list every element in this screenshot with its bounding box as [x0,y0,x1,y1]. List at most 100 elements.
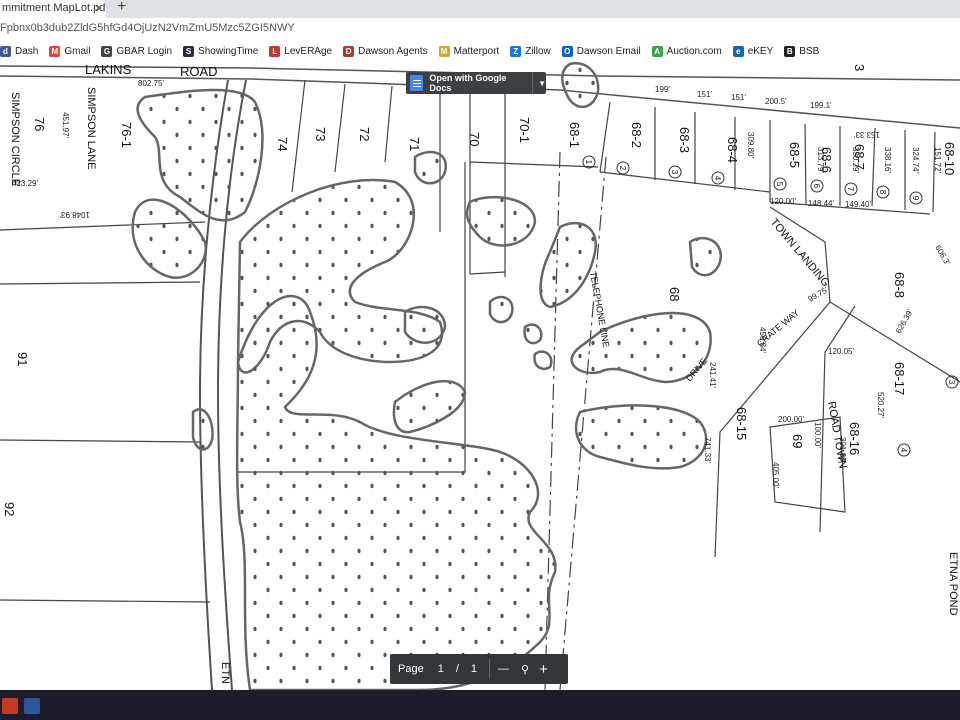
google-docs-icon [410,75,424,91]
lot-number-label: 7 [846,187,855,192]
close-icon[interactable]: × [95,0,102,16]
bookmark-icon: A [651,45,663,57]
dimension-label: 626.39' [894,308,915,335]
bookmark-label: Dash [15,45,39,57]
lot-label: 68 [667,287,682,301]
lot-label: 68-10 [942,142,957,175]
bookmark-label: LevERAge [284,45,333,57]
tab-strip: mmitment MapLot.pdf × + [0,0,960,18]
bookmark-label: Auction.com [666,45,722,57]
telephone-line-label: TELEPHONE LINE [588,271,611,349]
dimension-label: 149.40' [845,200,871,209]
bookmark-10[interactable]: e eKEY [732,45,774,57]
bookmark-label: GBAR Login [116,45,173,57]
new-tab-icon[interactable]: + [117,0,126,16]
dimension-label: 199.1' [810,101,832,110]
dimension-label: 199' [655,85,670,94]
bookmark-icon: O [561,45,573,57]
dimension-label: 338.16' [883,147,892,173]
page-total: 1 [470,663,478,675]
zoom-icon[interactable]: ⚲ [521,663,529,676]
dimension-label: 151' [697,90,712,99]
bookmark-3[interactable]: S ShowingTime [183,45,258,57]
road-label-road: ROAD [180,64,218,79]
bookmark-7[interactable]: Z Zillow [510,45,551,57]
bookmark-icon: L [269,45,281,57]
bookmark-icon: Z [510,45,522,57]
dimension-label: 120.00' [770,197,796,206]
lot-label: 69 [790,434,805,448]
open-with-google-docs-button[interactable]: Open with Google Docs ▼ [406,72,546,94]
lot-number-label: 3 [670,170,679,175]
lot-label: 68-8 [892,272,907,298]
bookmark-2[interactable]: G GBAR Login [101,45,173,57]
dimension-label: 520.27' [876,392,885,418]
bookmark-label: Matterport [453,45,500,57]
dimension-label: 151' [731,93,746,102]
bookmark-icon: M [49,45,61,57]
bookmark-label: Dawson Email [576,45,641,57]
dimension-label: 802.75' [138,79,164,88]
lot-number-label: 8 [878,190,887,195]
bookmark-0[interactable]: d Dash [0,45,39,57]
bookmark-icon: D [343,45,355,57]
chevron-down-icon[interactable]: ▼ [538,79,546,88]
bookmark-6[interactable]: M Matterport [438,45,500,57]
lot-number-label: 1 [584,160,593,165]
bookmark-1[interactable]: M Gmail [49,45,91,57]
lot-label: 68-1 [567,122,582,148]
town-landing-label: TOWN LANDING [768,216,832,289]
page-current[interactable]: 1 [438,663,444,675]
road-label-lakins: LAKINS [85,62,132,77]
bookmark-label: BSB [799,45,820,57]
windows-taskbar [0,690,960,720]
lot-number-label: 3 [947,380,956,385]
dimension-label: 606.3' [933,244,952,268]
dimension-label: 423.29' [12,179,38,188]
pdf-viewer[interactable]: LAKINS ROAD SIMPSON CIRCLE SIMPSON LANE … [0,62,960,690]
etna-pond-label: ETNA POND [947,552,959,616]
bookmark-8[interactable]: O Dawson Email [561,45,641,57]
dimension-label: 200.00' [778,415,804,424]
dimension-label: 309.80' [746,132,755,158]
lot-label: 73 [313,127,328,141]
zoom-in-button[interactable]: + [539,661,548,678]
bookmark-11[interactable]: B BSB [784,45,820,57]
dimension-label: 1048.93' [59,210,90,219]
bookmark-icon: S [183,45,195,57]
dimension-label: 100.00' [813,422,822,448]
lot-label: 68-17 [892,362,907,395]
lot-label: 91 [15,352,30,366]
bookmark-icon: e [732,45,744,57]
bookmark-label: Dawson Agents [358,45,428,57]
lot-label: 68-4 [725,137,740,163]
bookmark-5[interactable]: D Dawson Agents [343,45,428,57]
pdf-app-icon[interactable] [2,698,18,714]
bookmark-9[interactable]: A Auction.com [651,45,722,57]
address-bar[interactable]: Fpbnx0b3dub2ZldG5hfGd4OjUzN2VmZmU5Mzc5ZG… [0,18,960,41]
zoom-out-button[interactable]: — [498,663,509,675]
dimension-label: 330.29' [851,147,860,173]
dimension-label: 241.41' [708,362,717,388]
bookmark-label: Gmail [64,45,91,57]
url-text: Fpbnx0b3dub2ZldG5hfGd4OjUzN2VmZmU5Mzc5ZG… [0,22,295,34]
bookmark-icon: M [438,45,450,57]
bookmark-4[interactable]: L LevERAge [269,45,333,57]
dimension-label: 456.84' [758,327,767,353]
lot-label: 68-5 [787,142,802,168]
lot-label: 68-2 [629,122,644,148]
road-label-simpson-circle: SIMPSON CIRCLE [9,92,21,186]
bookmark-icon: d [0,45,11,57]
lot-label: 72 [357,127,372,141]
dimension-label: 153.33' [854,130,880,139]
dimension-label: 200.5' [765,97,787,106]
word-app-icon[interactable] [24,698,40,714]
page-controls: Page 1 / 1 — ⚲ + [390,654,568,684]
lot-label: 74 [275,137,290,151]
lot-number-label: 6 [812,184,821,189]
lot-label: 68-15 [734,407,749,440]
bookmark-label: eKEY [747,45,774,57]
dimension-label: 324.74' [911,147,920,173]
page-label: Page [398,663,424,675]
tab-pdf[interactable]: mmitment MapLot.pdf × [0,0,106,18]
